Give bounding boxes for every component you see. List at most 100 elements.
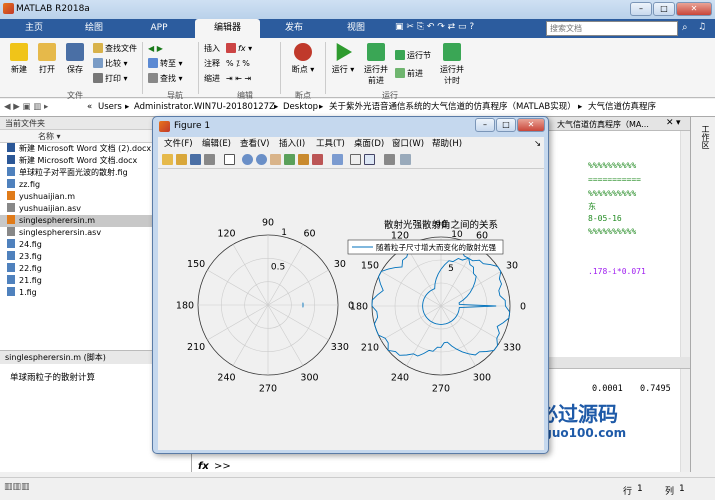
maximize-button[interactable]: □ — [653, 2, 675, 16]
tab-apps[interactable]: APP — [128, 19, 190, 38]
indent-button[interactable]: 缩进 — [204, 73, 220, 85]
figure-title: Figure 1 — [174, 121, 211, 131]
angle-tick-label: 270 — [432, 384, 450, 395]
nav-arrows[interactable]: ◀ ▶ — [148, 43, 163, 55]
tab-view[interactable]: 视图 — [328, 19, 384, 38]
address-bar[interactable]: ◀ ▶ ▣ ▥ ▸ « Users ▸ Administrator.WIN7U-… — [0, 99, 715, 117]
ribbon: 新建 打开 保存 查找文件 比较 ▾ 打印 ▾ 文件 ◀ ▶ 转至 ▾ 查找 ▾… — [0, 38, 715, 100]
run-advance-button[interactable]: 运行并 前进 — [362, 43, 390, 86]
minimize-button[interactable]: – — [630, 2, 652, 16]
command-prompt[interactable]: >> — [214, 461, 231, 472]
menu-desktop[interactable]: 桌面(D) — [354, 137, 384, 151]
pointer-icon[interactable] — [224, 154, 235, 165]
save-figure-icon[interactable] — [190, 154, 201, 165]
menu-view[interactable]: 查看(V) — [240, 137, 269, 151]
code-line-6: %%%%%%%%%% — [588, 227, 637, 236]
figure-maximize-button[interactable]: □ — [496, 118, 516, 132]
tab-home[interactable]: 主页 — [8, 19, 60, 38]
angle-tick-label: 210 — [361, 343, 379, 354]
figure-minimize-button[interactable]: – — [475, 118, 495, 132]
insert-button[interactable]: 插入 — [204, 43, 220, 55]
breadcrumb-project[interactable]: 关于紫外光语音通信系统的大气信道的仿真程序（MATLAB实现） — [329, 99, 576, 116]
menu-tools[interactable]: 工具(T) — [316, 137, 345, 151]
breakpoints-button[interactable]: 断点 ▾ — [290, 43, 316, 75]
hide-tools-icon[interactable] — [384, 154, 395, 165]
comment-tools[interactable]: % ⁒ % — [226, 58, 250, 70]
goto-icon — [148, 58, 158, 68]
status-grip-icon: ▥▥▥ — [4, 482, 30, 492]
new-figure-icon[interactable] — [162, 154, 173, 165]
breadcrumb-desktop[interactable]: Desktop — [283, 99, 318, 116]
run-button[interactable]: 运行 ▾ — [330, 43, 356, 75]
menu-help[interactable]: 帮助(H) — [432, 137, 462, 151]
save-button[interactable]: 保存 — [62, 43, 88, 75]
polar-plots-svg[interactable]: 03060901201501802102402703003300.5103060… — [158, 169, 544, 450]
tab-plots[interactable]: 绘图 — [64, 19, 124, 38]
cmd-value-2: 0.7495 — [640, 384, 671, 394]
run-label: 运行 — [331, 65, 348, 74]
indent-tools[interactable]: ⇥ ⇤ ⇥ — [226, 73, 251, 85]
fx-button[interactable]: fx ▾ — [226, 43, 252, 55]
code-line-5: 8-05-16 — [588, 214, 622, 223]
angle-tick-label: 150 — [187, 259, 205, 270]
breadcrumb-admin[interactable]: Administrator.WIN7U-20180127Z — [134, 99, 275, 116]
run-section-button[interactable]: 运行节 — [395, 50, 431, 62]
zoom-in-icon[interactable] — [242, 154, 253, 165]
name-column-label: 名称 — [38, 132, 54, 141]
close-button[interactable]: ✕ — [676, 2, 712, 16]
bell-icon[interactable]: ♫ — [698, 22, 712, 35]
comment-button[interactable]: 注释 — [204, 58, 220, 70]
fx-icon[interactable]: fx — [198, 461, 209, 472]
command-scrollbar[interactable] — [680, 369, 690, 472]
file-name: 21.fig — [19, 276, 42, 285]
print-figure-icon[interactable] — [204, 154, 215, 165]
menu-edit[interactable]: 编辑(E) — [202, 137, 231, 151]
brush-icon[interactable] — [312, 154, 323, 165]
figure-toolbar — [158, 151, 544, 169]
close-icon[interactable]: ✕ — [666, 118, 674, 128]
search-icon[interactable]: ⌕ — [682, 22, 696, 35]
find-button[interactable]: 查找 ▾ — [148, 73, 183, 85]
menu-window[interactable]: 窗口(W) — [392, 137, 424, 151]
editor-tab[interactable]: 大气信道仿真程序（MA... — [557, 119, 649, 130]
polar-spoke — [232, 304, 269, 366]
legend-icon[interactable] — [364, 154, 375, 165]
back-icon[interactable]: ◀ ▶ ▣ ▥ ▸ — [4, 99, 48, 116]
rotate-icon[interactable] — [284, 154, 295, 165]
insert-label: 插入 — [204, 44, 220, 53]
polar-spoke — [381, 271, 442, 307]
menu-insert[interactable]: 插入(I) — [279, 137, 305, 151]
quick-access-toolbar[interactable]: ▣ ✂ ⎘ ↶ ↷ ⇄ ▭ ? — [395, 22, 535, 35]
print-button[interactable]: 打印 ▾ — [93, 73, 128, 85]
figure-menu-bar: 文件(F) 编辑(E) 查看(V) 插入(I) 工具(T) 桌面(D) 窗口(W… — [158, 137, 544, 151]
breadcrumb-folder[interactable]: 大气信道仿真程序 — [588, 99, 656, 116]
colorbar-icon[interactable] — [350, 154, 361, 165]
tab-editor[interactable]: 编辑器 — [195, 19, 260, 38]
search-input[interactable] — [546, 21, 678, 36]
datatip-icon[interactable] — [298, 154, 309, 165]
menu-dock-icon[interactable]: ↘ — [534, 137, 541, 151]
menu-file[interactable]: 文件(F) — [164, 137, 193, 151]
workspace-label[interactable]: 工作区 — [699, 125, 711, 149]
open-button[interactable]: 打开 — [34, 43, 60, 75]
run-time-button[interactable]: 运行并 计时 — [438, 43, 466, 86]
figure-close-button[interactable]: ✕ — [517, 118, 545, 132]
file-name: yushuaijian.asv — [19, 204, 82, 213]
tab-publish[interactable]: 发布 — [263, 19, 325, 38]
find-files-button[interactable]: 查找文件 — [93, 43, 137, 55]
goto-button[interactable]: 转至 ▾ — [148, 58, 183, 70]
figure-canvas[interactable]: 0 30 60 90 120 150 180 210 240 270 300 330 0.5 1 0 30 60… — [158, 169, 544, 450]
open-file-icon[interactable] — [176, 154, 187, 165]
breadcrumb-users[interactable]: Users — [98, 99, 122, 116]
new-button[interactable]: 新建 — [6, 43, 32, 75]
pan-icon[interactable] — [270, 154, 281, 165]
figure-window[interactable]: Figure 1 – □ ✕ 文件(F) 编辑(E) 查看(V) 插入(I) 工… — [152, 116, 549, 454]
link-plot-icon[interactable] — [332, 154, 343, 165]
zoom-out-icon[interactable] — [256, 154, 267, 165]
breakpoint-icon — [294, 43, 312, 61]
editor-scrollbar[interactable] — [680, 131, 690, 357]
show-tools-icon[interactable] — [400, 154, 411, 165]
compare-button[interactable]: 比较 ▾ — [93, 58, 128, 70]
chevron-down-icon[interactable]: ▾ — [676, 118, 681, 128]
advance-button[interactable]: 前进 — [395, 68, 423, 80]
